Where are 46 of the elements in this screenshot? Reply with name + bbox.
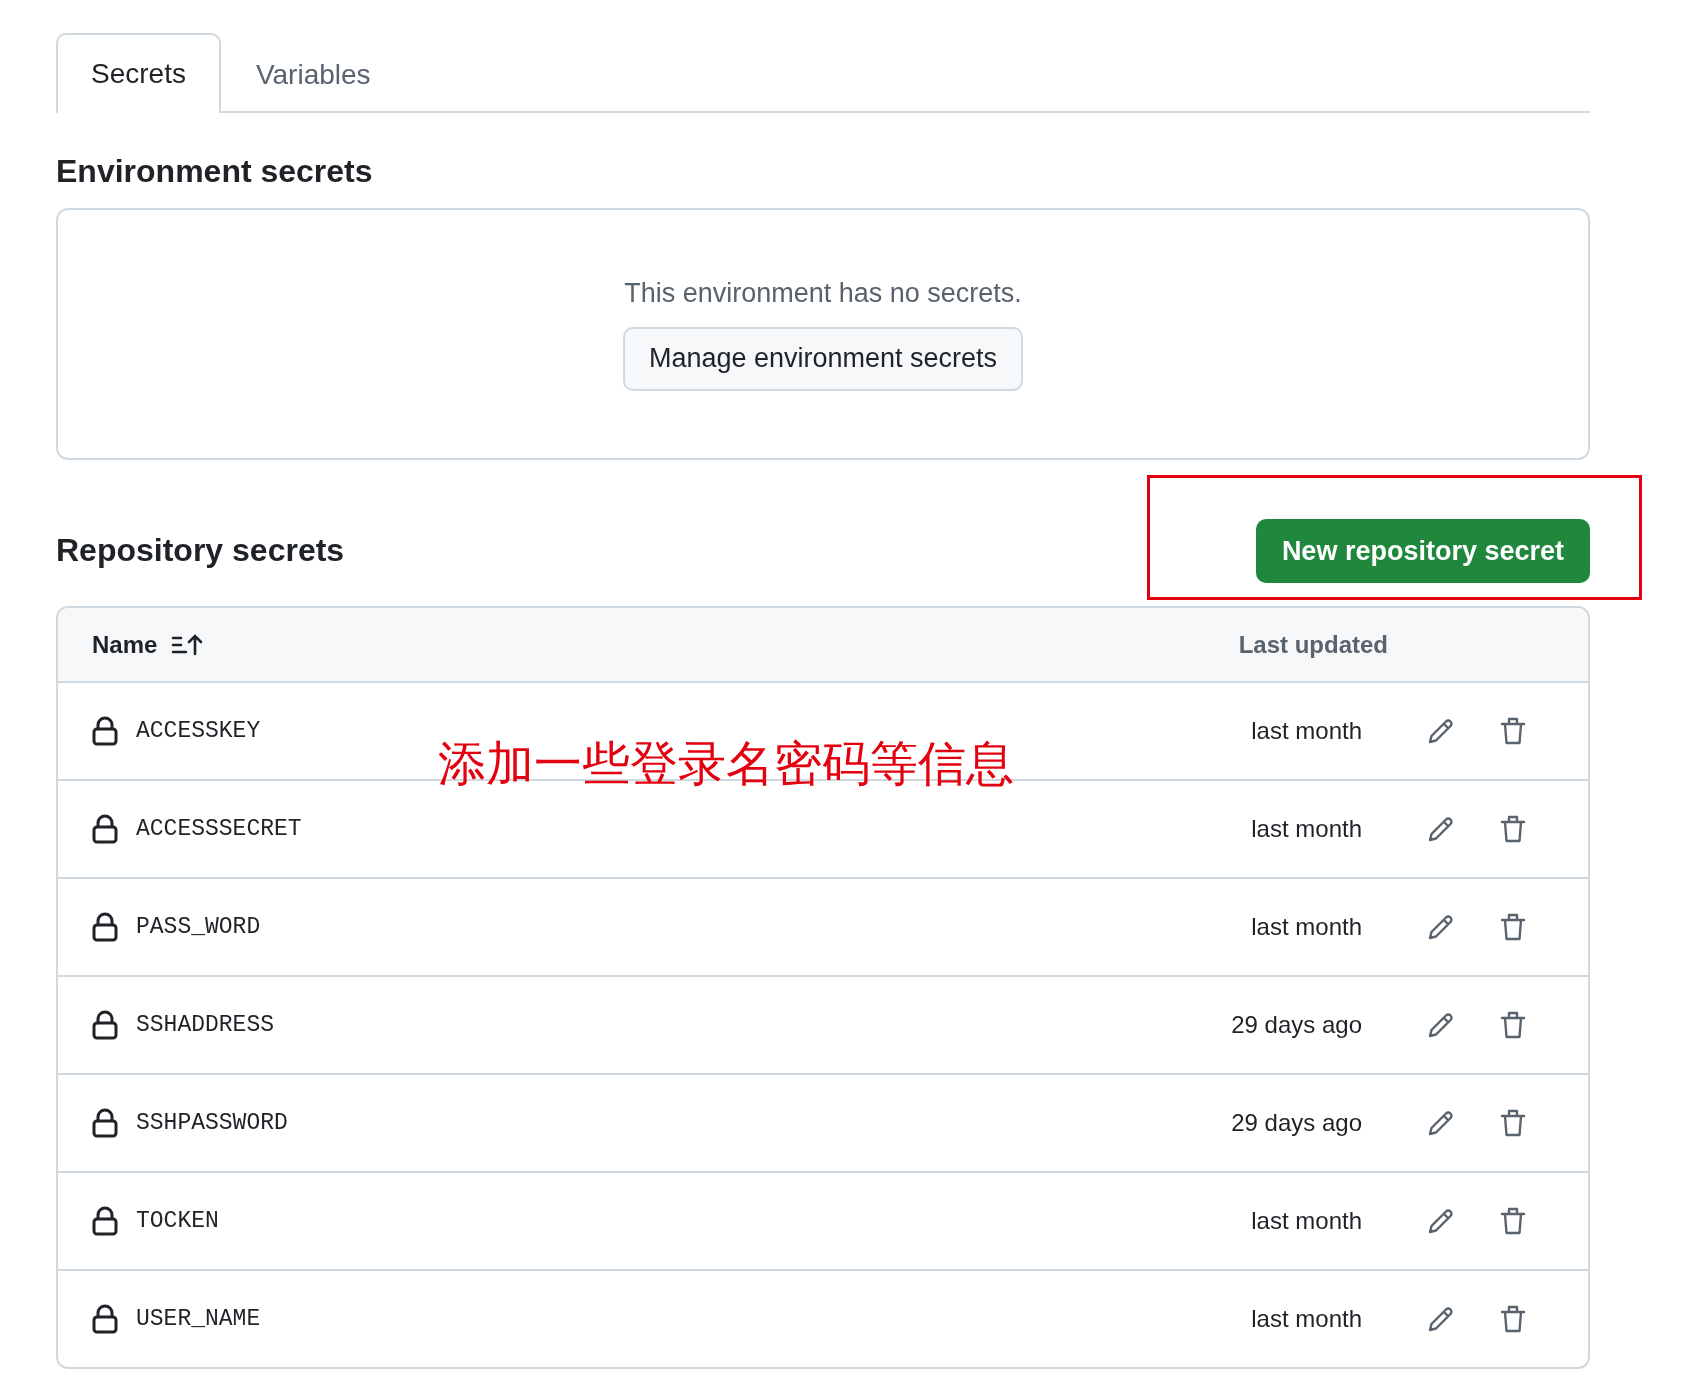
tab[interactable]: Secrets [56,33,221,113]
lock-icon [92,1010,118,1040]
updated-time: last month [1251,913,1362,941]
new-secret-button[interactable]: New repository secret [1255,519,1590,583]
lock-icon [92,1108,118,1138]
pencil-icon[interactable] [1426,1304,1456,1334]
column-header: Name [92,630,158,659]
secret-name: ACCESSKEY [136,718,262,744]
sort-ascending-icon[interactable] [171,632,204,657]
trash-icon[interactable] [1500,1010,1526,1040]
pencil-icon[interactable] [1426,912,1456,942]
updated-time: last month [1251,815,1362,843]
pencil-icon[interactable] [1426,716,1456,746]
trash-icon[interactable] [1500,1108,1526,1138]
secret-name: USER_NAME [136,1306,262,1332]
secret-name: ACCESSSECRET [136,816,303,842]
updated-time: last month [1251,717,1362,745]
secret-name: PASS_WORD [136,914,262,940]
secret-name: SSHPASSWORD [136,1110,289,1136]
trash-icon[interactable] [1500,1206,1526,1236]
secret-name: SSHADDRESS [136,1012,276,1038]
manage-secrets-button[interactable]: Manage environment secrets [622,326,1024,391]
lock-icon [92,814,118,844]
section-heading: Repository secrets [56,530,345,569]
trash-icon[interactable] [1500,912,1526,942]
lock-icon [92,1206,118,1236]
empty-message: This environment has no secrets. [624,277,1022,309]
lock-icon [92,1304,118,1334]
trash-icon[interactable] [1500,814,1526,844]
lock-icon [92,716,118,746]
pencil-icon[interactable] [1426,1010,1456,1040]
updated-time: last month [1251,1207,1362,1235]
lock-icon [92,912,118,942]
updated-time: 29 days ago [1231,1011,1362,1039]
column-header: Last updated [1238,630,1388,659]
trash-icon[interactable] [1500,1304,1526,1334]
annotation-note: 添加一些登录名密码等信息 [438,740,1014,788]
pencil-icon[interactable] [1426,814,1456,844]
trash-icon[interactable] [1500,716,1526,746]
section-heading: Environment secrets [56,153,374,190]
tab[interactable]: Variables [220,35,406,113]
updated-time: last month [1251,1305,1362,1333]
secret-name: TOCKEN [136,1208,220,1234]
pencil-icon[interactable] [1426,1108,1456,1138]
pencil-icon[interactable] [1426,1206,1456,1236]
updated-time: 29 days ago [1231,1109,1362,1137]
